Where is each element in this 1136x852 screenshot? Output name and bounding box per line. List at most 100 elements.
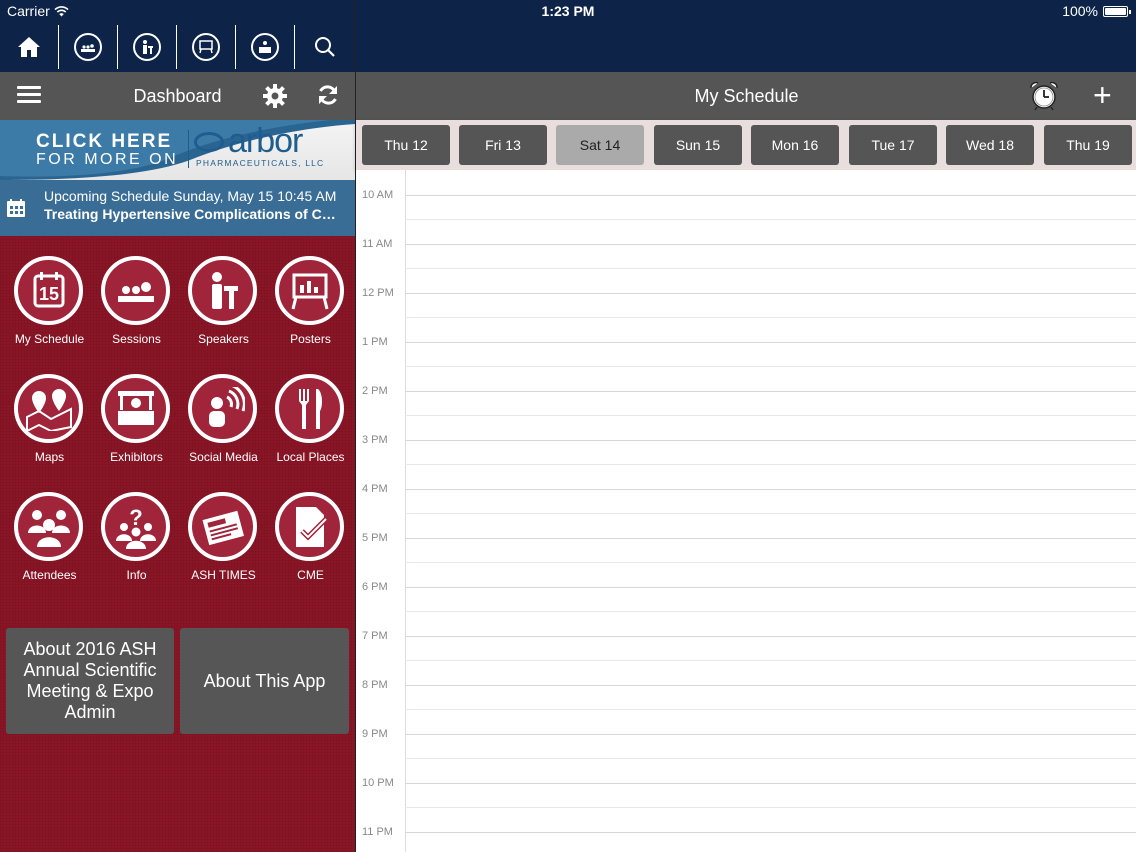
alarm-clock-icon[interactable] bbox=[1028, 80, 1060, 112]
hour-row: 12 PM bbox=[356, 268, 1136, 318]
search-button[interactable] bbox=[295, 25, 354, 69]
tile-speakers[interactable]: Speakers bbox=[177, 236, 264, 346]
map-icon bbox=[14, 374, 83, 443]
speaker-icon bbox=[133, 33, 161, 61]
hour-label: 10 PM bbox=[362, 777, 394, 789]
tile-info[interactable]: ? Info bbox=[90, 472, 177, 582]
tile-ash-times[interactable]: ASH TIMES bbox=[177, 472, 264, 582]
schedule-toolbar: My Schedule + bbox=[356, 72, 1136, 120]
brand-subtitle: PHARMACEUTICALS, LLC bbox=[196, 158, 325, 168]
hour-row: 10 PM bbox=[356, 758, 1136, 808]
schedule-title: My Schedule bbox=[694, 86, 799, 106]
sessions-nav-button[interactable] bbox=[59, 25, 118, 69]
hour-label: 1 PM bbox=[362, 336, 388, 348]
poster-icon bbox=[192, 33, 220, 61]
day-tab[interactable]: Mon 16 bbox=[751, 125, 839, 165]
tile-label: Social Media bbox=[189, 450, 258, 464]
tile-cme[interactable]: CME bbox=[264, 472, 351, 582]
upcoming-date: Upcoming Schedule Sunday, May 15 10:45 A… bbox=[44, 188, 337, 204]
tile-label: Exhibitors bbox=[110, 450, 163, 464]
sponsor-banner[interactable]: CLICK HERE FOR MORE ON arbor PHARMACEUTI… bbox=[0, 120, 355, 180]
brand-logo: arbor bbox=[228, 122, 303, 160]
day-tab[interactable]: Thu 19 bbox=[1044, 125, 1132, 165]
tile-sessions[interactable]: Sessions bbox=[90, 236, 177, 346]
hour-label: 4 PM bbox=[362, 483, 388, 495]
right-panel: My Schedule + Thu 12 Fri 13 Sat 14 Sun 1… bbox=[355, 0, 1136, 852]
tile-maps[interactable]: Maps bbox=[3, 354, 90, 464]
settings-gear-icon[interactable] bbox=[262, 83, 288, 109]
hour-row: 10 AM bbox=[356, 170, 1136, 220]
newspaper-icon bbox=[188, 492, 257, 561]
about-meeting-button[interactable]: About 2016 ASH Annual Scientific Meeting… bbox=[6, 628, 174, 734]
home-icon bbox=[18, 37, 40, 57]
hour-label: 6 PM bbox=[362, 581, 388, 593]
dashboard-title: Dashboard bbox=[133, 86, 222, 106]
speaker-icon bbox=[188, 256, 257, 325]
hour-row: 4 PM bbox=[356, 464, 1136, 514]
day-tab[interactable]: Sun 15 bbox=[654, 125, 742, 165]
tile-posters[interactable]: Posters bbox=[264, 236, 351, 346]
about-app-button[interactable]: About This App bbox=[180, 628, 349, 734]
info-icon: ? bbox=[101, 492, 170, 561]
hour-label: 2 PM bbox=[362, 385, 388, 397]
svg-text:?: ? bbox=[129, 505, 142, 530]
tile-label: Local Places bbox=[276, 450, 345, 464]
dashboard-grid: 15 My Schedule Sessions Speakers Posters bbox=[0, 236, 355, 852]
banner-divider bbox=[188, 130, 189, 168]
tile-my-schedule[interactable]: 15 My Schedule bbox=[3, 236, 90, 346]
calendar-icon: 15 bbox=[14, 256, 83, 325]
poster-icon bbox=[275, 256, 344, 325]
calendar-number: 15 bbox=[38, 284, 58, 304]
tile-attendees[interactable]: Attendees bbox=[3, 472, 90, 582]
hour-label: 11 AM bbox=[362, 238, 393, 250]
hour-label: 7 PM bbox=[362, 630, 388, 642]
refresh-icon[interactable] bbox=[316, 83, 340, 107]
posters-nav-button[interactable] bbox=[177, 25, 236, 69]
social-media-icon bbox=[188, 374, 257, 443]
hour-label: 5 PM bbox=[362, 532, 388, 544]
banner-click-text: CLICK HERE bbox=[36, 131, 173, 152]
attendees-icon bbox=[14, 492, 83, 561]
exhibitors-nav-button[interactable] bbox=[236, 25, 295, 69]
hour-row: 2 PM bbox=[356, 366, 1136, 416]
hour-label: 8 PM bbox=[362, 679, 388, 691]
search-icon bbox=[314, 37, 335, 57]
tile-label: Attendees bbox=[22, 568, 77, 582]
menu-button[interactable] bbox=[17, 86, 41, 104]
tile-label: Sessions bbox=[112, 332, 161, 346]
hour-row: 11 AM bbox=[356, 219, 1136, 269]
sessions-icon bbox=[74, 33, 102, 61]
upcoming-title: Treating Hypertensive Complications of C… bbox=[44, 206, 344, 222]
tile-label: My Schedule bbox=[14, 332, 85, 346]
schedule-timeline[interactable]: 10 AM 11 AM 12 PM 1 PM 2 PM 3 PM 4 PM 5 … bbox=[356, 170, 1136, 852]
speakers-nav-button[interactable] bbox=[118, 25, 177, 69]
tile-social-media[interactable]: Social Media bbox=[177, 354, 264, 464]
exhibitor-icon bbox=[101, 374, 170, 443]
hour-row: 7 PM bbox=[356, 611, 1136, 661]
arbor-logo-icon bbox=[194, 132, 224, 152]
hour-row: 3 PM bbox=[356, 415, 1136, 465]
day-tab[interactable]: Fri 13 bbox=[459, 125, 547, 165]
dashboard-toolbar: Dashboard bbox=[0, 72, 355, 120]
day-tab[interactable]: Thu 12 bbox=[362, 125, 450, 165]
hour-row: 1 PM bbox=[356, 317, 1136, 367]
exhibitor-icon bbox=[251, 33, 279, 61]
hour-row: 8 PM bbox=[356, 660, 1136, 710]
tile-label: ASH TIMES bbox=[191, 568, 256, 582]
day-selector: Thu 12 Fri 13 Sat 14 Sun 15 Mon 16 Tue 1… bbox=[356, 120, 1136, 170]
left-panel: Dashboard CLICK HERE FOR MORE ON arbor P… bbox=[0, 0, 355, 852]
tile-exhibitors[interactable]: Exhibitors bbox=[90, 354, 177, 464]
upcoming-schedule[interactable]: Upcoming Schedule Sunday, May 15 10:45 A… bbox=[0, 180, 355, 236]
hour-label: 10 AM bbox=[362, 189, 394, 201]
home-button[interactable] bbox=[0, 25, 59, 69]
tile-label: CME bbox=[297, 568, 324, 582]
day-tab[interactable]: Tue 17 bbox=[849, 125, 937, 165]
top-nav bbox=[0, 22, 355, 72]
hour-label: 3 PM bbox=[362, 434, 388, 446]
tile-local-places[interactable]: Local Places bbox=[264, 354, 351, 464]
add-icon[interactable]: + bbox=[1093, 79, 1112, 111]
hour-row: 11 PM bbox=[356, 807, 1136, 852]
day-tab[interactable]: Wed 18 bbox=[946, 125, 1034, 165]
day-tab-active[interactable]: Sat 14 bbox=[556, 125, 644, 165]
banner-more-text: FOR MORE ON bbox=[36, 151, 179, 168]
